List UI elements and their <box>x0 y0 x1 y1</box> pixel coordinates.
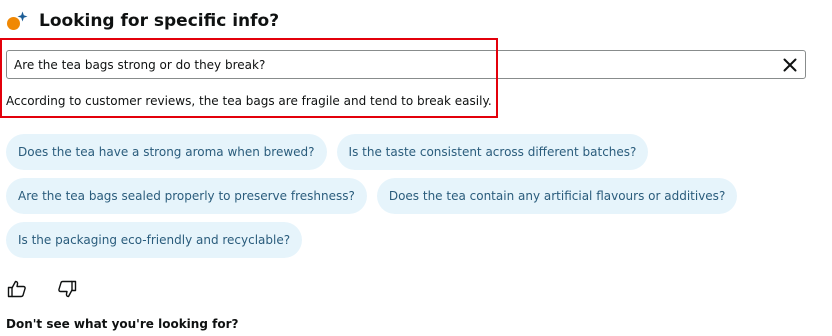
suggestion-chip[interactable]: Does the tea contain any artificial flav… <box>376 178 738 214</box>
suggestion-row: Does the tea have a strong aroma when br… <box>6 134 826 170</box>
dont-see-prompt: Don't see what you're looking for? <box>6 317 239 331</box>
suggestion-row: Is the packaging eco-friendly and recycl… <box>6 222 826 258</box>
question-search-box <box>6 50 806 79</box>
suggestion-chip[interactable]: Are the tea bags sealed properly to pres… <box>6 178 367 214</box>
answer-text: According to customer reviews, the tea b… <box>6 94 492 108</box>
suggested-questions: Does the tea have a strong aroma when br… <box>6 134 826 266</box>
suggestion-row: Are the tea bags sealed properly to pres… <box>6 178 826 214</box>
panel-header: Looking for specific info? <box>6 8 279 34</box>
ask-panel: Looking for specific info? According to … <box>0 0 832 336</box>
thumbs-down-icon <box>58 280 77 298</box>
close-icon <box>783 58 797 71</box>
thumbs-up-button[interactable] <box>6 279 28 299</box>
feedback-controls <box>6 279 78 299</box>
thumbs-up-icon <box>7 280 26 298</box>
thumbs-down-button[interactable] <box>56 279 78 299</box>
clear-button[interactable] <box>778 53 802 77</box>
panel-title: Looking for specific info? <box>39 11 280 31</box>
suggestion-chip[interactable]: Is the packaging eco-friendly and recycl… <box>6 222 303 258</box>
question-input[interactable] <box>7 51 778 78</box>
suggestion-chip[interactable]: Does the tea have a strong aroma when br… <box>6 134 327 170</box>
ai-spark-icon <box>7 11 28 30</box>
suggestion-chip[interactable]: Is the taste consistent across different… <box>336 134 649 170</box>
